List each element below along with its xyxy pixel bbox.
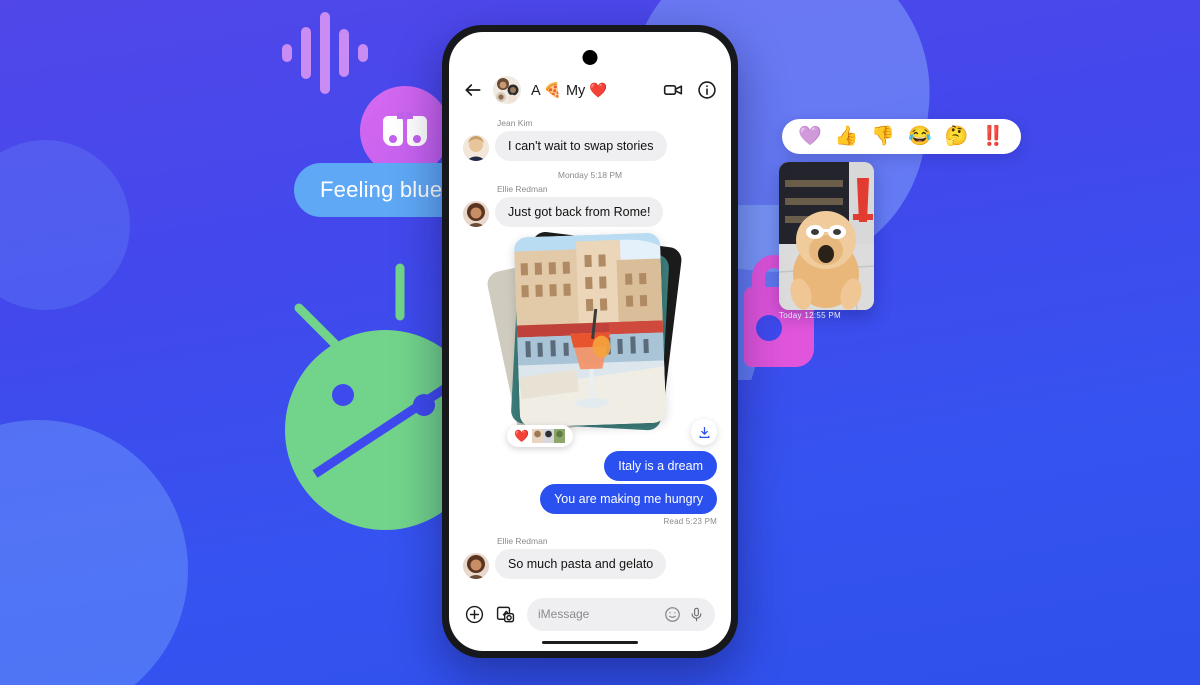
group-avatar[interactable] xyxy=(493,76,521,104)
chat-header: A 🍕 My ❤️ xyxy=(449,32,731,114)
sender-name: Ellie Redman xyxy=(497,184,548,194)
download-icon xyxy=(699,426,709,438)
message-thread: Jean Kim I can't wait to swap stories Mo… xyxy=(449,114,731,588)
avatar-image xyxy=(463,135,489,161)
photo-stack-card-front[interactable] xyxy=(513,232,667,428)
avatar-ellie-redman[interactable] xyxy=(463,553,489,579)
background-circle-upper-left xyxy=(0,140,130,310)
message-row-incoming: So much pasta and gelato xyxy=(463,549,717,579)
dog-photo xyxy=(779,162,874,310)
voice-waveform-icon xyxy=(282,8,368,98)
message-input[interactable]: iMessage xyxy=(527,597,715,631)
header-actions xyxy=(663,80,717,100)
reaction-thumbs-down-icon[interactable]: 👎 xyxy=(871,127,895,146)
message-row-outgoing: You are making me hungry xyxy=(463,484,717,514)
plus-circle-icon[interactable] xyxy=(465,605,484,624)
reaction-laughing-icon[interactable]: 😂 xyxy=(908,127,932,146)
home-indicator xyxy=(542,640,638,644)
download-button[interactable] xyxy=(691,419,717,445)
photo-reaction-badge[interactable]: ❤️ xyxy=(507,425,573,447)
smiley-icon[interactable] xyxy=(664,606,681,623)
message-bubble[interactable]: So much pasta and gelato xyxy=(495,549,667,579)
dog-photo-card[interactable] xyxy=(779,162,874,310)
background-circle-lower-left xyxy=(0,420,188,685)
phone-screen: A 🍕 My ❤️ Jean Kim I can't wait to swap … xyxy=(449,32,731,651)
gallery-camera-icon[interactable] xyxy=(496,605,515,624)
scene-root: Feeling blue! 💜 👍 👎 😂 🤔 ‼️ Today 12:55 P… xyxy=(0,0,1200,685)
reaction-avatars xyxy=(531,429,566,443)
avatar-jean-kim[interactable] xyxy=(463,135,489,161)
front-camera-dot xyxy=(582,50,598,65)
message-bubble[interactable]: I can't wait to swap stories xyxy=(495,131,667,161)
dog-photo-timestamp: Today 12:55 PM xyxy=(779,311,842,320)
heart-reaction-icon: ❤️ xyxy=(514,429,529,443)
group-avatar-faces xyxy=(493,76,521,104)
reaction-exclamation-icon[interactable]: ‼️ xyxy=(981,127,1005,146)
reaction-thumbs-up-icon[interactable]: 👍 xyxy=(835,127,859,146)
waveform-bar xyxy=(358,44,368,62)
message-row-incoming: Just got back from Rome! xyxy=(463,197,717,227)
waveform-bar xyxy=(339,29,349,77)
read-receipt: Read 5:23 PM xyxy=(663,517,717,526)
waveform-bar xyxy=(301,27,311,79)
avatar-ellie-redman[interactable] xyxy=(463,201,489,227)
sender-name: Jean Kim xyxy=(497,118,533,128)
phone-device: A 🍕 My ❤️ Jean Kim I can't wait to swap … xyxy=(442,25,738,658)
message-row-incoming: I can't wait to swap stories xyxy=(463,131,717,161)
gif-glyph-left xyxy=(383,112,404,146)
info-circle-icon[interactable] xyxy=(697,80,717,100)
chat-title: A 🍕 My ❤️ xyxy=(531,82,608,99)
waveform-bar xyxy=(282,44,292,62)
microphone-icon[interactable] xyxy=(689,606,704,623)
message-composer: iMessage xyxy=(449,588,731,637)
message-bubble[interactable]: Just got back from Rome! xyxy=(495,197,664,227)
message-bubble[interactable]: Italy is a dream xyxy=(604,451,717,481)
message-bubble[interactable]: You are making me hungry xyxy=(540,484,717,514)
avatar-image xyxy=(463,553,489,579)
avatar-image xyxy=(463,201,489,227)
reaction-avatar-faces xyxy=(531,429,565,443)
timestamp-divider: Monday 5:18 PM xyxy=(557,170,623,180)
message-input-placeholder: iMessage xyxy=(538,607,590,621)
reaction-purple-heart-icon[interactable]: 💜 xyxy=(798,127,822,146)
message-row-outgoing: Italy is a dream xyxy=(463,451,717,481)
italy-photo xyxy=(513,232,667,428)
reaction-thinking-icon[interactable]: 🤔 xyxy=(945,127,969,146)
sender-name: Ellie Redman xyxy=(497,536,548,546)
waveform-bar xyxy=(320,12,330,94)
video-camera-icon[interactable] xyxy=(663,80,683,100)
back-arrow-icon[interactable] xyxy=(463,80,483,100)
photo-attachment-stack[interactable]: ❤️ xyxy=(485,230,683,447)
gif-glyph-right xyxy=(406,112,427,146)
reaction-bar[interactable]: 💜 👍 👎 😂 🤔 ‼️ xyxy=(782,119,1022,154)
gif-glyph xyxy=(383,112,427,146)
